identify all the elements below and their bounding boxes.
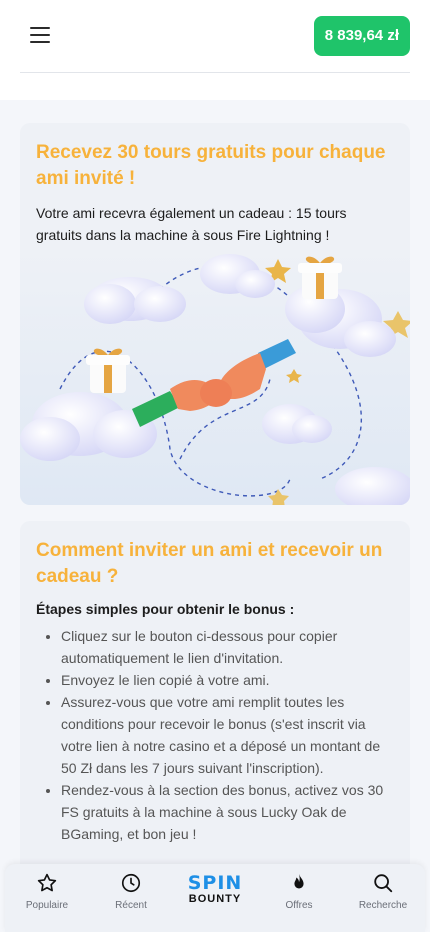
nav-popular-label: Populaire xyxy=(25,900,69,911)
howto-card: Comment inviter un ami et recevoir un ca… xyxy=(20,521,410,881)
list-item: Envoyez le lien copié à votre ami. xyxy=(61,669,398,691)
list-item: Cliquez sur le bouton ci-dessous pour co… xyxy=(61,625,398,669)
header-bar: 8 839,64 zł xyxy=(20,0,410,73)
logo-bounty-text: BOUNTY xyxy=(188,893,242,905)
balance-button[interactable]: 8 839,64 zł xyxy=(313,16,410,56)
steps-list: Cliquez sur le bouton ci-dessous pour co… xyxy=(20,617,410,845)
bottom-nav: Populaire Récent SPIN BOUNTY Offres Rech… xyxy=(5,864,425,932)
howto-subhead: Étapes simples pour obtenir le bonus : xyxy=(36,601,295,617)
fire-icon xyxy=(294,873,304,889)
howto-title: Comment inviter un ami et recevoir un ca… xyxy=(36,540,383,587)
promo-title: Recevez 30 tours gratuits pour chaque am… xyxy=(36,142,386,189)
nav-recent[interactable]: Récent xyxy=(91,864,171,911)
star-icon xyxy=(37,873,57,892)
menu-icon[interactable] xyxy=(30,26,50,44)
nav-search[interactable]: Recherche xyxy=(343,864,423,911)
clock-icon xyxy=(121,873,141,893)
friends-fist-bump-illustration xyxy=(20,249,410,505)
list-item: Assurez-vous que votre ami remplit toute… xyxy=(61,691,398,779)
search-icon xyxy=(374,874,393,893)
nav-popular[interactable]: Populaire xyxy=(7,864,87,911)
main-content: Recevez 30 tours gratuits pour chaque am… xyxy=(0,100,430,932)
header: 8 839,64 zł xyxy=(0,0,430,100)
spin-bounty-logo[interactable]: SPIN BOUNTY xyxy=(175,864,255,906)
nav-offers[interactable]: Offres xyxy=(259,864,339,911)
list-item: Rendez-vous à la section des bonus, acti… xyxy=(61,779,398,845)
nav-search-label: Recherche xyxy=(358,900,408,911)
logo-spin-text: SPIN xyxy=(187,872,243,894)
nav-offers-label: Offres xyxy=(285,900,313,911)
promo-card: Recevez 30 tours gratuits pour chaque am… xyxy=(20,123,410,505)
promo-description: Votre ami recevra également un cadeau : … xyxy=(36,205,347,243)
nav-recent-label: Récent xyxy=(115,900,147,911)
